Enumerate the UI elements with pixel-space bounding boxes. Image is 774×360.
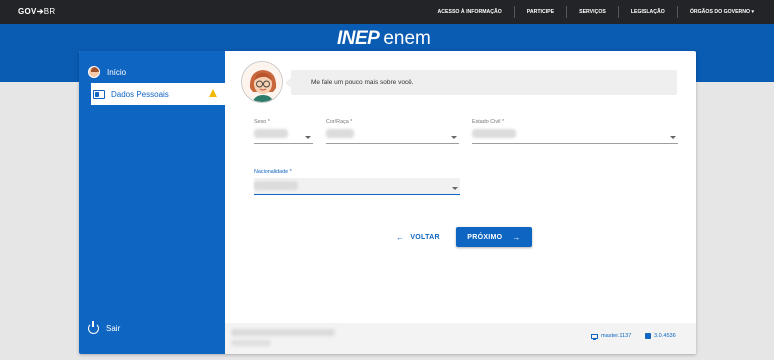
server-icon bbox=[645, 333, 651, 339]
assistant-message-text: Me fale um pouco mais sobre você. bbox=[311, 79, 414, 86]
sexo-value bbox=[254, 129, 288, 138]
main-content: Me fale um pouco mais sobre você. Sexo *… bbox=[225, 51, 696, 354]
nav-orgaos-governo[interactable]: ÓRGÃOS DO GOVERNO bbox=[676, 6, 766, 18]
back-button-label: VOLTAR bbox=[410, 233, 440, 241]
form-card: Início Dados Pessoais Sair Me fale um po… bbox=[79, 51, 696, 354]
next-button[interactable]: PRÓXIMO → bbox=[456, 227, 532, 247]
chevron-down-icon bbox=[451, 136, 457, 139]
footer-blurred-text bbox=[231, 340, 271, 346]
card-footer: master.1137 3.0.4536 bbox=[225, 323, 696, 354]
nacionalidade-value bbox=[254, 181, 298, 190]
chevron-down-icon bbox=[670, 136, 676, 139]
version-info: 3.0.4536 bbox=[645, 333, 676, 339]
monitor-icon bbox=[591, 333, 598, 340]
logout-button[interactable]: Sair bbox=[88, 321, 121, 334]
sidebar-item-label: Início bbox=[107, 67, 127, 77]
assistant-avatar bbox=[241, 61, 283, 103]
cor-raca-label: Cor/Raça * bbox=[326, 119, 353, 125]
chevron-down-icon bbox=[305, 136, 311, 139]
gov-br-logo[interactable]: GOV➔BR bbox=[18, 7, 55, 16]
sexo-select[interactable]: Sexo * bbox=[254, 119, 313, 144]
power-icon bbox=[88, 321, 99, 334]
assistant-avatar-icon bbox=[242, 62, 282, 102]
sexo-label: Sexo * bbox=[254, 119, 270, 125]
cor-raca-value bbox=[326, 129, 354, 138]
nacionalidade-label: Nacionalidade * bbox=[254, 169, 292, 175]
arrow-right-icon: → bbox=[512, 232, 521, 242]
sidebar-item-inicio[interactable]: Início bbox=[88, 61, 225, 83]
inep-enem-logo: INEP enem bbox=[337, 28, 431, 49]
nav-legislacao[interactable]: LEGISLAÇÃO bbox=[617, 6, 677, 18]
assistant-message: Me fale um pouco mais sobre você. bbox=[285, 70, 677, 95]
id-card-icon bbox=[93, 89, 105, 99]
estado-civil-label: Estado Civil * bbox=[472, 119, 505, 125]
field-underline bbox=[254, 143, 313, 144]
chevron-down-icon bbox=[452, 187, 458, 190]
warning-icon bbox=[209, 89, 217, 97]
avatar-icon bbox=[88, 66, 100, 78]
nacionalidade-select[interactable]: Nacionalidade * bbox=[254, 169, 460, 195]
logout-label: Sair bbox=[106, 324, 121, 333]
arrow-icon: ➔ bbox=[36, 7, 44, 16]
field-underline bbox=[472, 143, 678, 144]
arrow-left-icon: ← bbox=[396, 232, 405, 242]
gov-bar: GOV➔BR ACESSO À INFORMAÇÃO PARTICIPE SER… bbox=[0, 0, 774, 24]
version-label: 3.0.4536 bbox=[654, 333, 676, 339]
footer-blurred-text bbox=[231, 329, 335, 336]
gov-nav: ACESSO À INFORMAÇÃO PARTICIPE SERVIÇOS L… bbox=[426, 0, 766, 24]
estado-civil-value bbox=[472, 129, 516, 138]
next-button-label: PRÓXIMO bbox=[467, 233, 503, 241]
sidebar-item-dados-pessoais[interactable]: Dados Pessoais bbox=[88, 83, 225, 105]
build-info: master.1137 bbox=[591, 333, 632, 340]
nav-acesso-informacao[interactable]: ACESSO À INFORMAÇÃO bbox=[426, 6, 514, 18]
field-underline bbox=[326, 143, 459, 144]
cor-raca-select[interactable]: Cor/Raça * bbox=[326, 119, 459, 144]
sidebar-item-label: Dados Pessoais bbox=[111, 89, 169, 99]
nav-servicos[interactable]: SERVIÇOS bbox=[566, 6, 618, 18]
nav-participe[interactable]: PARTICIPE bbox=[513, 6, 566, 18]
estado-civil-select[interactable]: Estado Civil * bbox=[472, 119, 678, 144]
sidebar: Início Dados Pessoais Sair bbox=[79, 51, 225, 354]
field-underline bbox=[254, 193, 460, 195]
back-button[interactable]: ← VOLTAR bbox=[396, 231, 440, 243]
build-label: master.1137 bbox=[601, 333, 632, 339]
